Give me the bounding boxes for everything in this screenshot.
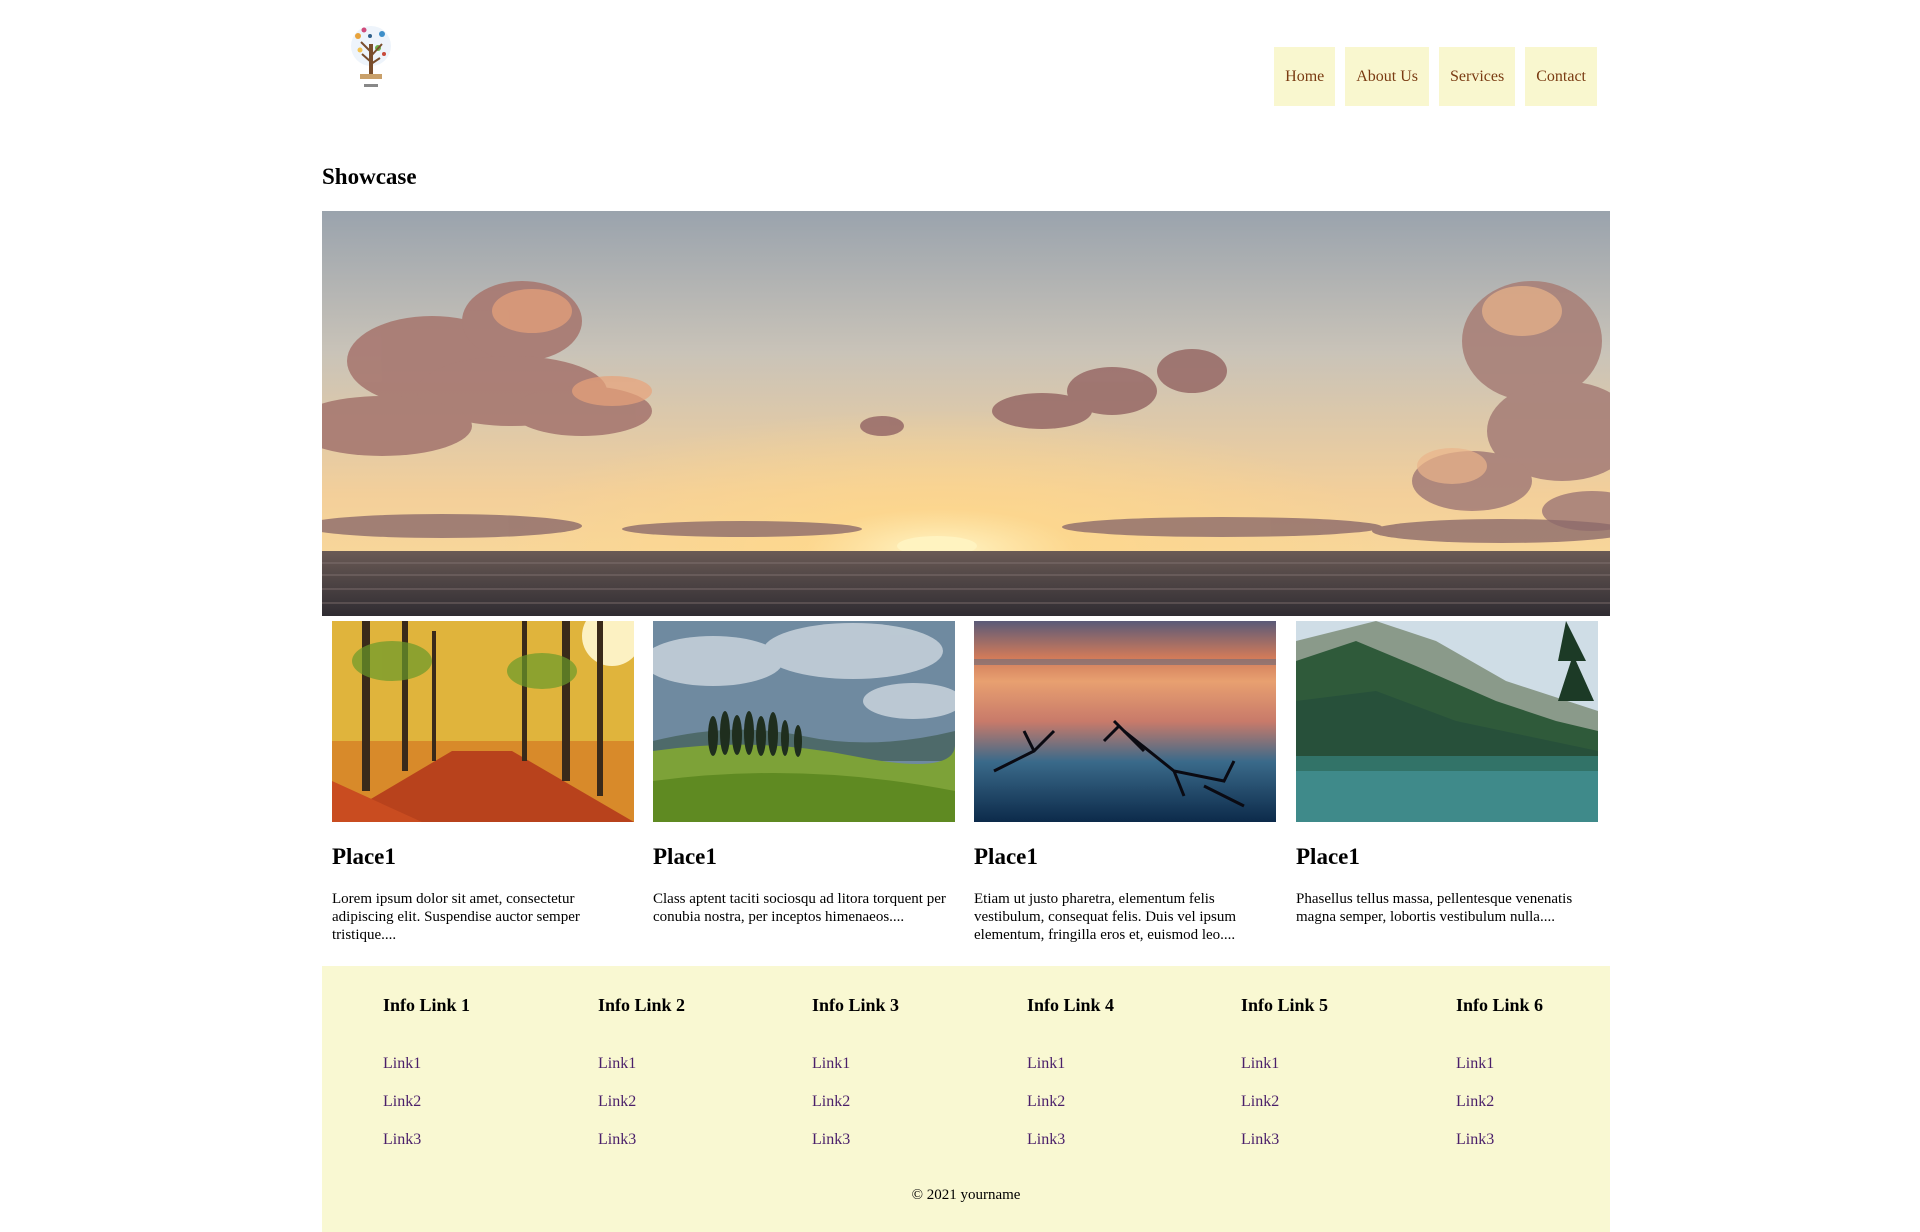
card-image-mountain-lake [1296, 621, 1598, 822]
nav-about-us[interactable]: About Us [1345, 47, 1430, 106]
card-text: Phasellus tellus massa, pellentesque ven… [1296, 891, 1573, 925]
footer-link[interactable]: Link2 [1027, 1092, 1207, 1112]
footer-column: Info Link 3 Link1 Link2 Link3 [812, 994, 992, 1168]
card-title: Place1 [653, 844, 717, 869]
footer-column: Info Link 1 Link1 Link2 Link3 [383, 994, 563, 1168]
footer-column: Info Link 5 Link1 Link2 Link3 [1241, 994, 1421, 1168]
card-title: Place1 [1296, 844, 1360, 869]
footer: Info Link 1 Link1 Link2 Link3 Info Link … [322, 966, 1610, 1232]
hero-image-sunset [322, 211, 1610, 616]
showcase-title: Showcase [322, 164, 417, 189]
footer-column-title: Info Link 5 [1241, 995, 1329, 1015]
copyright-text: © 2021 yourname [911, 1187, 1021, 1203]
footer-column-title: Info Link 3 [812, 995, 900, 1015]
footer-column-title: Info Link 2 [598, 995, 686, 1015]
footer-link[interactable]: Link1 [1027, 1054, 1207, 1074]
footer-link[interactable]: Link3 [598, 1130, 778, 1150]
nav-home[interactable]: Home [1274, 47, 1336, 106]
footer-column-title: Info Link 4 [1027, 995, 1115, 1015]
footer-column: Info Link 4 Link1 Link2 Link3 [1027, 994, 1207, 1168]
footer-column: Info Link 6 Link1 Link2 Link3 [1456, 994, 1636, 1168]
nav-services[interactable]: Services [1439, 47, 1516, 106]
place-card: Place1 Etiam ut justo pharetra, elementu… [974, 621, 1276, 944]
footer-link[interactable]: Link3 [1027, 1130, 1207, 1150]
footer-link[interactable]: Link2 [383, 1092, 563, 1112]
footer-link[interactable]: Link2 [812, 1092, 992, 1112]
footer-column-title: Info Link 1 [383, 995, 471, 1015]
card-text: Lorem ipsum dolor sit amet, consectetur … [332, 891, 580, 943]
card-title: Place1 [332, 844, 396, 869]
footer-link[interactable]: Link2 [1241, 1092, 1421, 1112]
footer-link[interactable]: Link3 [1241, 1130, 1421, 1150]
footer-link[interactable]: Link3 [812, 1130, 992, 1150]
footer-link[interactable]: Link2 [1456, 1092, 1636, 1112]
place-card: Place1 Phasellus tellus massa, pellentes… [1296, 621, 1598, 926]
card-text: Class aptent taciti sociosqu ad litora t… [653, 891, 946, 925]
nav-contact[interactable]: Contact [1525, 47, 1597, 106]
card-image-green-hills [653, 621, 955, 822]
place-card: Place1 Class aptent taciti sociosqu ad l… [653, 621, 955, 926]
tree-logo-icon[interactable] [342, 22, 400, 94]
footer-column: Info Link 2 Link1 Link2 Link3 [598, 994, 778, 1168]
footer-link[interactable]: Link1 [812, 1054, 992, 1074]
footer-link[interactable]: Link1 [383, 1054, 563, 1074]
card-image-autumn-forest [332, 621, 634, 822]
place-card: Place1 Lorem ipsum dolor sit amet, conse… [332, 621, 634, 944]
card-text: Etiam ut justo pharetra, elementum felis… [974, 891, 1237, 943]
card-image-lake-sunset [974, 621, 1276, 822]
footer-link[interactable]: Link1 [598, 1054, 778, 1074]
main-nav: Home About Us Services Contact [1274, 47, 1597, 106]
footer-link[interactable]: Link3 [383, 1130, 563, 1150]
footer-link[interactable]: Link1 [1456, 1054, 1636, 1074]
footer-link[interactable]: Link3 [1456, 1130, 1636, 1150]
footer-link[interactable]: Link2 [598, 1092, 778, 1112]
card-title: Place1 [974, 844, 1038, 869]
footer-column-title: Info Link 6 [1456, 995, 1544, 1015]
footer-link[interactable]: Link1 [1241, 1054, 1421, 1074]
